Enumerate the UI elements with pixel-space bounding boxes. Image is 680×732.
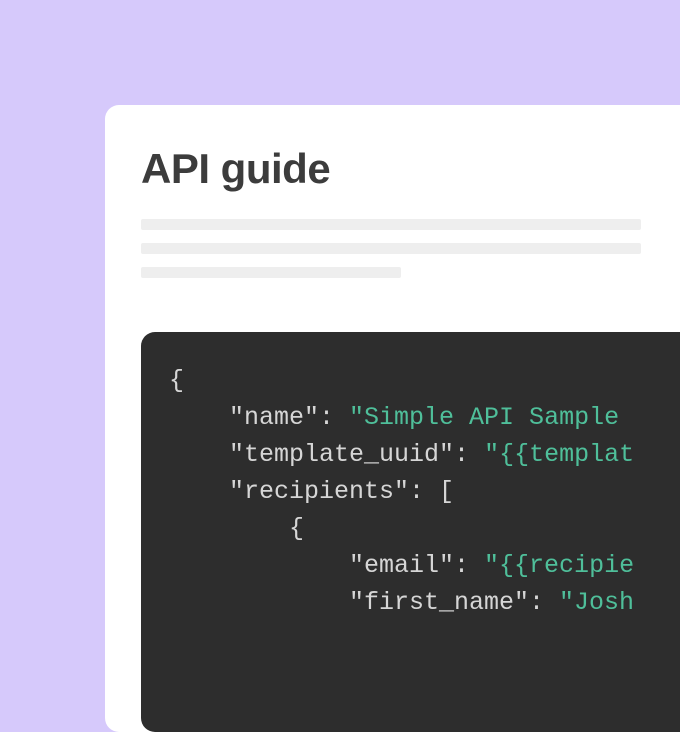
code-token: :	[529, 588, 559, 617]
page-title: API guide	[141, 145, 680, 193]
code-token: {	[169, 366, 184, 395]
code-token: :	[454, 440, 484, 469]
code-token: :	[319, 403, 349, 432]
code-key: "first_name"	[349, 588, 529, 617]
placeholder-line	[141, 219, 641, 230]
code-key: "recipients"	[229, 477, 409, 506]
code-sample: { "name": "Simple API Sample "template_uu…	[141, 332, 680, 732]
code-string: "Josh	[559, 588, 634, 617]
code-string: "{{templat	[484, 440, 634, 469]
code-string: "{{recipie	[484, 551, 634, 580]
code-token: {	[289, 514, 304, 543]
code-key: "template_uuid"	[229, 440, 454, 469]
code-key: "name"	[229, 403, 319, 432]
code-token: :	[454, 551, 484, 580]
placeholder-line	[141, 243, 641, 254]
placeholder-line	[141, 267, 401, 278]
code-key: "email"	[349, 551, 454, 580]
code-token: [	[439, 477, 454, 506]
code-token: :	[409, 477, 439, 506]
api-guide-card: API guide { "name": "Simple API Sample "t…	[105, 105, 680, 732]
code-string: "Simple API Sample	[349, 403, 634, 432]
